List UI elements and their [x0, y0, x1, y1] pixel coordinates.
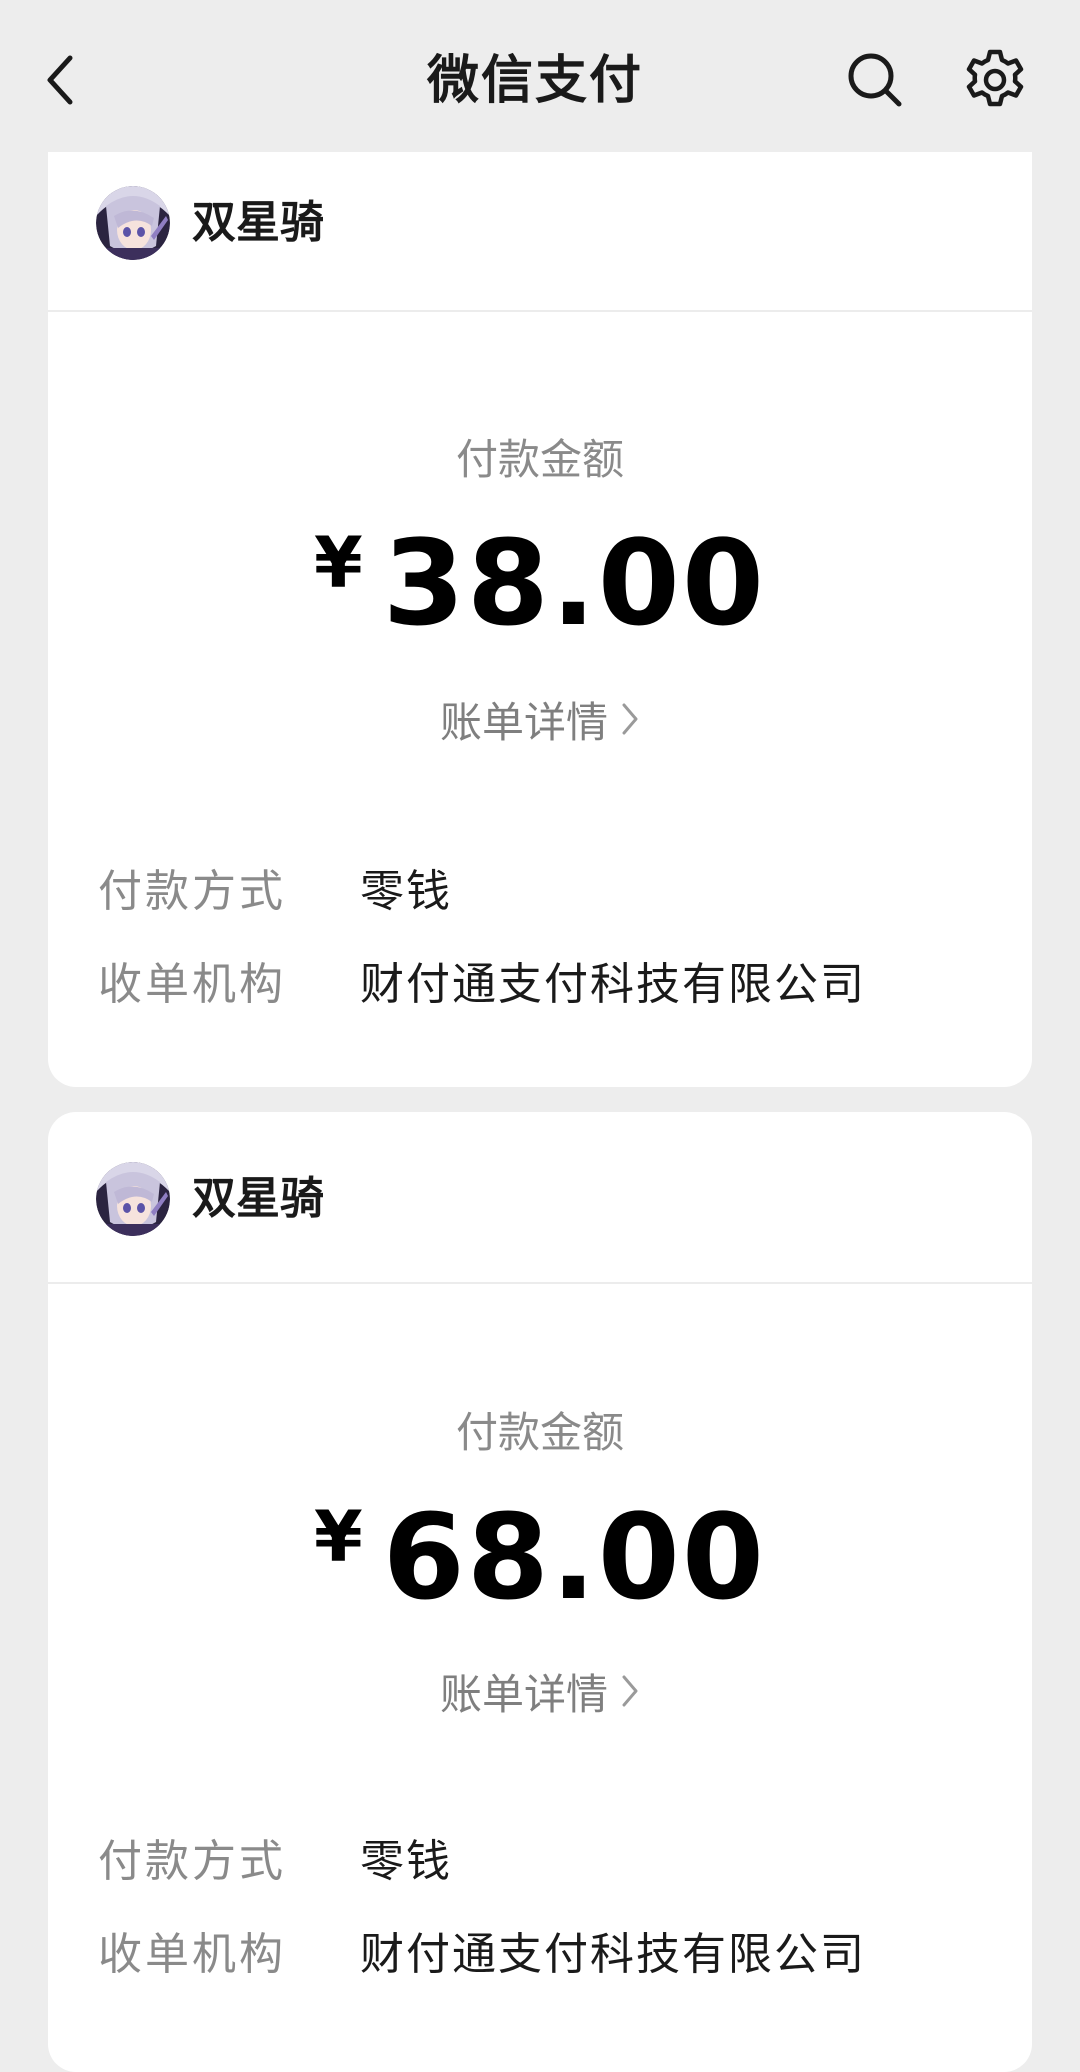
chevron-right-icon — [620, 1665, 640, 1725]
avatar — [96, 186, 170, 260]
chevron-right-icon — [620, 693, 640, 753]
acquirer-row: 收单机构 财付通支付科技有限公司 — [48, 950, 1032, 1020]
gear-icon — [966, 49, 1024, 107]
merchant-avatar-icon — [96, 186, 170, 260]
merchant-name: 双星骑 — [192, 197, 324, 248]
amount-label: 付款金额 — [455, 1408, 624, 1457]
amount-row: ¥38.00 — [48, 513, 1032, 689]
amount-label: 付款金额 — [455, 435, 624, 484]
avatar — [96, 1162, 170, 1236]
settings-button[interactable] — [960, 45, 1030, 115]
payment-card: 双星骑 付款金额 ¥68.00 账单详情 付款方式 零钱 收单机构 财付通支付科… — [48, 1112, 1032, 2072]
payment-method-row: 付款方式 零钱 — [48, 1827, 1032, 1897]
acquirer-label: 收单机构 — [98, 959, 286, 1010]
currency-symbol: ¥ — [314, 522, 363, 604]
payment-method-label: 付款方式 — [98, 866, 286, 917]
bill-details-link[interactable]: 账单详情 — [48, 1665, 1032, 1728]
payment-card: 双星骑 付款金额 ¥38.00 账单详情 付款方式 零钱 收单机构 财付通支付科… — [48, 130, 1032, 1087]
payment-method-label: 付款方式 — [98, 1836, 286, 1887]
top-bar: 微信支付 — [0, 0, 1080, 152]
search-icon — [848, 53, 902, 107]
payment-method-value: 零钱 — [360, 1836, 452, 1887]
card-header[interactable]: 双星骑 — [48, 1112, 1032, 1284]
search-button[interactable] — [840, 45, 910, 115]
acquirer-value: 财付通支付科技有限公司 — [360, 1929, 866, 1980]
amount-row: ¥68.00 — [48, 1487, 1032, 1663]
amount-value: 68.00 — [382, 1488, 766, 1626]
merchant-avatar-icon — [96, 1162, 170, 1236]
acquirer-label: 收单机构 — [98, 1929, 286, 1980]
card-header[interactable]: 双星骑 — [48, 130, 1032, 312]
currency-symbol: ¥ — [314, 1496, 363, 1578]
bill-details-link[interactable]: 账单详情 — [48, 693, 1032, 756]
acquirer-value: 财付通支付科技有限公司 — [360, 959, 866, 1010]
payment-method-row: 付款方式 零钱 — [48, 857, 1032, 927]
amount-value: 38.00 — [382, 514, 766, 652]
bill-details-label: 账单详情 — [439, 698, 608, 747]
merchant-name: 双星骑 — [192, 1173, 324, 1224]
payment-method-value: 零钱 — [360, 866, 452, 917]
bill-details-label: 账单详情 — [439, 1670, 608, 1719]
acquirer-row: 收单机构 财付通支付科技有限公司 — [48, 1920, 1032, 1990]
